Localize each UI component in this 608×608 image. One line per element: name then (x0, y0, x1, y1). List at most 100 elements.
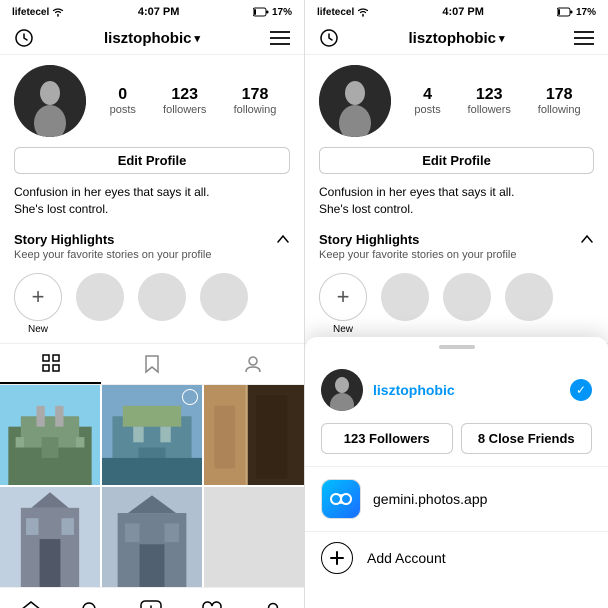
right-status-right: 17% (557, 7, 596, 18)
right-avatar (319, 65, 391, 137)
left-highlight-new[interactable]: + New (14, 273, 62, 335)
person-tag-icon (244, 355, 262, 373)
overlay-avatar (321, 369, 363, 411)
bookmark-icon (144, 354, 160, 374)
left-highlight-1 (76, 273, 124, 321)
left-photo-2[interactable] (102, 385, 202, 485)
right-stats-row: 4 posts 123 followers 178 following (401, 86, 594, 116)
right-avatar-image (319, 65, 391, 137)
followers-button[interactable]: 123 Followers (321, 423, 453, 454)
right-time: 4:07 PM (442, 6, 484, 18)
clock-icon (14, 28, 34, 48)
left-status-right: 17% (253, 7, 292, 18)
right-nav-bar: lisztophobic ▾ (305, 22, 608, 55)
profile-icon (262, 600, 284, 608)
right-nav-title[interactable]: lisztophobic ▾ (408, 30, 504, 47)
overlay-app-row[interactable]: gemini.photos.app (305, 467, 608, 531)
bottom-nav-heart[interactable] (193, 597, 231, 608)
left-photo-3[interactable] (204, 385, 304, 485)
overlay-action-buttons: 123 Followers 8 Close Friends (305, 423, 608, 466)
right-highlights-row: + New (305, 267, 608, 343)
left-time: 4:07 PM (138, 6, 180, 18)
right-battery-icon (557, 7, 573, 17)
right-menu-button[interactable] (574, 31, 594, 45)
left-stats-row: 0 posts 123 followers 178 following (96, 86, 290, 116)
left-stat-followers: 123 followers (163, 86, 206, 116)
left-tab-person[interactable] (203, 344, 304, 384)
right-status-left: lifetecel (317, 7, 369, 18)
overlay-add-account-row[interactable]: Add Account (305, 532, 608, 584)
right-highlight-new[interactable]: + New (319, 273, 367, 335)
left-avatar (14, 65, 86, 137)
right-carrier: lifetecel (317, 7, 354, 18)
left-highlight-3 (200, 273, 248, 321)
right-new-highlight-button[interactable]: + (319, 273, 367, 321)
right-wifi-icon (357, 7, 369, 17)
left-stat-posts: 0 posts (110, 86, 136, 116)
left-phone-panel: lifetecel 4:07 PM 17% lisztoph (0, 0, 304, 608)
left-tab-grid[interactable] (0, 344, 101, 384)
account-check-icon: ✓ (570, 379, 592, 401)
left-content-tabs (0, 343, 304, 385)
right-stat-posts: 4 posts (414, 86, 440, 116)
left-bottom-nav (0, 587, 304, 608)
left-photo-grid (0, 385, 304, 587)
right-highlight-3 (505, 273, 553, 321)
select-badge (182, 389, 198, 405)
left-profile-header: 0 posts 123 followers 178 following (0, 55, 304, 143)
new-highlight-button[interactable]: + (14, 273, 62, 321)
right-hamburger-icon (574, 31, 594, 45)
wifi-icon (52, 7, 64, 17)
right-bio: Confusion in her eyes that says it all. … (305, 180, 608, 226)
left-battery: 17% (272, 7, 292, 18)
left-tab-bookmark[interactable] (101, 344, 202, 384)
right-stat-following: 178 following (538, 86, 581, 116)
grid-icon (42, 354, 60, 372)
avatar-image (14, 65, 86, 137)
account-switcher-overlay: lisztophobic ✓ 123 Followers 8 Close Fri… (305, 337, 608, 608)
right-highlight-2 (443, 273, 491, 321)
left-highlights-header: Story Highlights (0, 226, 304, 249)
left-photo-6[interactable] (204, 487, 304, 587)
right-highlights-header: Story Highlights (305, 226, 608, 249)
plus-square-icon (140, 600, 162, 608)
bottom-nav-plus[interactable] (132, 596, 170, 608)
left-carrier: lifetecel (12, 7, 49, 18)
bottom-nav-search[interactable] (73, 597, 109, 608)
right-battery: 17% (576, 7, 596, 18)
gemini-app-icon (321, 479, 361, 519)
left-photo-4[interactable] (0, 487, 100, 587)
right-phone-panel: lifetecel 4:07 PM 17% lisztoph (304, 0, 608, 608)
right-clock-icon (319, 28, 339, 48)
right-edit-profile-button[interactable]: Edit Profile (319, 147, 594, 174)
chevron-up-icon (276, 232, 290, 246)
left-bio: Confusion in her eyes that says it all. … (0, 180, 304, 226)
right-chevron-up-icon (580, 232, 594, 246)
left-highlights-row: + New (0, 267, 304, 343)
hamburger-icon (270, 31, 290, 45)
left-status-left: lifetecel (12, 7, 64, 18)
home-icon (20, 601, 42, 608)
left-stat-following: 178 following (234, 86, 277, 116)
left-status-bar: lifetecel 4:07 PM 17% (0, 0, 304, 22)
bottom-nav-home[interactable] (12, 597, 50, 608)
left-back-button[interactable] (14, 28, 34, 48)
left-nav-bar: lisztophobic ▾ (0, 22, 304, 55)
right-back-button[interactable] (319, 28, 339, 48)
right-profile-header: 4 posts 123 followers 178 following (305, 55, 608, 143)
left-edit-profile-button[interactable]: Edit Profile (14, 147, 290, 174)
right-stat-followers: 123 followers (468, 86, 511, 116)
left-menu-button[interactable] (270, 31, 290, 45)
overlay-account-row[interactable]: lisztophobic ✓ (305, 361, 608, 423)
left-nav-title[interactable]: lisztophobic ▾ (104, 30, 200, 47)
bottom-nav-profile[interactable] (254, 596, 292, 608)
add-account-circle (321, 542, 353, 574)
right-status-bar: lifetecel 4:07 PM 17% (305, 0, 608, 22)
heart-icon (201, 601, 223, 608)
search-icon (81, 601, 101, 608)
close-friends-button[interactable]: 8 Close Friends (461, 423, 593, 454)
left-photo-5[interactable] (102, 487, 202, 587)
plus-icon (329, 550, 345, 566)
left-highlight-2 (138, 273, 186, 321)
left-photo-1[interactable] (0, 385, 100, 485)
